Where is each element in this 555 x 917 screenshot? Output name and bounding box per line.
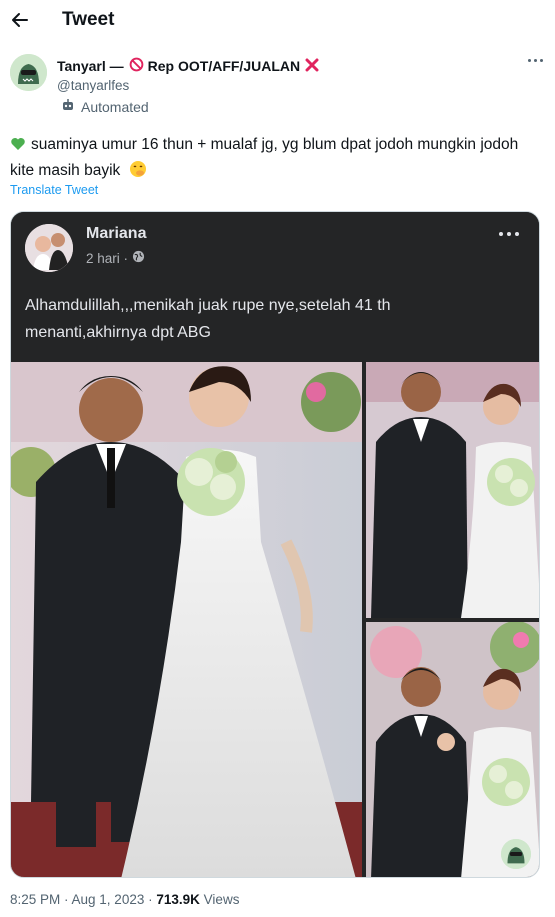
author-avatar[interactable] xyxy=(10,54,47,91)
tweet-media[interactable]: Mariana 2 hari · Alhamdulillah,,,menikah… xyxy=(10,211,540,878)
prohibited-icon xyxy=(129,57,144,75)
wedding-photo-main xyxy=(11,362,362,877)
smiling-face-hand-over-mouth-icon xyxy=(129,160,147,185)
bot-icon xyxy=(61,98,75,115)
tweet-text: suaminya umur 16 thun + mualaf jg, yg bl… xyxy=(10,133,530,185)
embedded-post-more-icon xyxy=(499,232,519,236)
translate-tweet-link[interactable]: Translate Tweet xyxy=(10,183,98,197)
wedding-photo-top-right xyxy=(366,362,539,618)
dot-icon xyxy=(540,59,543,62)
embedded-post-meta: 2 hari · xyxy=(86,250,145,266)
author-handle[interactable]: @tanyarlfes xyxy=(57,78,129,93)
embedded-post-name: Mariana xyxy=(86,225,147,242)
tweet-body: suaminya umur 16 thun + mualaf jg, yg bl… xyxy=(10,136,519,179)
tweet-footer: 8:25 PM · Aug 1, 2023 · 713.9K Views xyxy=(10,892,239,907)
watermark-logo xyxy=(501,839,531,869)
globe-icon xyxy=(132,250,145,266)
embedded-post-text: Alhamdulillah,,,menikah juak rupe nye,se… xyxy=(25,297,391,341)
author-name-suffix: Rep OOT/AFF/JUALAN xyxy=(147,58,301,74)
dot-icon xyxy=(528,59,531,62)
views-count: 713.9K xyxy=(156,892,200,907)
green-heart-icon xyxy=(10,136,26,159)
back-arrow-icon xyxy=(12,13,28,27)
page-title: Tweet xyxy=(62,9,115,30)
tweet-timestamp[interactable]: 8:25 PM · Aug 1, 2023 · xyxy=(10,892,153,907)
back-button[interactable] xyxy=(10,10,30,30)
embedded-post-header: Mariana 2 hari · Alhamdulillah,,,menikah… xyxy=(11,212,539,362)
wedding-photo-bottom-right xyxy=(366,622,539,877)
embedded-post-avatar xyxy=(25,224,73,272)
dot-icon xyxy=(534,59,537,62)
automated-text: Automated xyxy=(81,98,149,115)
top-bar: Tweet xyxy=(0,0,555,40)
views-label: Views xyxy=(203,892,240,907)
embedded-post-time: 2 hari · xyxy=(86,250,129,266)
cross-mark-icon xyxy=(305,58,319,75)
tweet-author: Tanyarl — Rep OOT/AFF/JUALAN @tanyarlfes… xyxy=(10,54,545,118)
author-name: Tanyarl — xyxy=(57,58,124,74)
more-options-button[interactable] xyxy=(528,59,543,62)
automated-label[interactable]: Automated xyxy=(61,98,149,115)
author-name-row[interactable]: Tanyarl — Rep OOT/AFF/JUALAN xyxy=(57,57,319,75)
